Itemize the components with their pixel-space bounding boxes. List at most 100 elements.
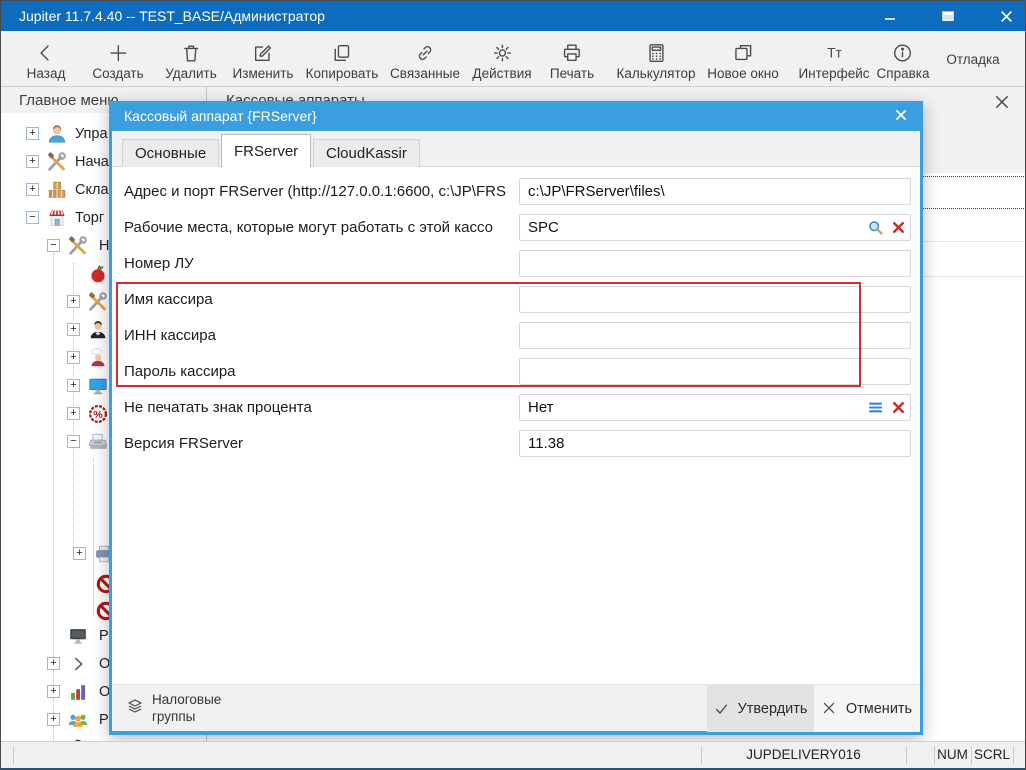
tab-основные[interactable]: Основные: [122, 139, 219, 167]
expand-icon[interactable]: +: [67, 407, 80, 420]
expand-icon[interactable]: +: [26, 127, 39, 140]
toolbar-button-print[interactable]: Печать: [550, 37, 594, 81]
toolbar-button-label: Действия: [472, 66, 531, 81]
maximize-button[interactable]: [933, 1, 963, 31]
edit-icon: [252, 42, 274, 64]
dialog-titlebar[interactable]: Кассовый аппарат {FRServer}: [112, 101, 920, 131]
expand-icon[interactable]: +: [47, 657, 60, 670]
status-bar: JUPDELIVERY016 NUM SCRL: [1, 741, 1026, 768]
toolbar-button-calculator[interactable]: Калькулятор: [616, 37, 695, 81]
panel-close-icon[interactable]: [993, 93, 1011, 111]
input-cashier_password[interactable]: [519, 358, 911, 385]
confirm-label: Утвердить: [738, 701, 808, 717]
people-icon: [67, 709, 89, 731]
search-icon[interactable]: [867, 219, 884, 236]
chevron-right-icon: [67, 653, 89, 675]
collapse-icon[interactable]: −: [26, 211, 39, 224]
toolbar-button-create[interactable]: Создать: [92, 37, 143, 81]
toolbar-button-delete[interactable]: Удалить: [165, 37, 217, 81]
input-workstations[interactable]: [519, 214, 911, 241]
field-label-workstations: Рабочие места, которые могут работать с …: [124, 219, 512, 236]
input-lu_number[interactable]: [519, 250, 911, 277]
window-title: Jupiter 11.7.4.40 -- TEST_BASE/Администр…: [19, 8, 325, 24]
field-label-no_percent_sign: Не печатать знак процента: [124, 399, 512, 416]
toolbar-button-related[interactable]: Связанные: [390, 37, 460, 81]
input-frserver_version[interactable]: [519, 430, 911, 457]
tree-item-label: Р: [99, 712, 109, 728]
input-cashier_name[interactable]: [519, 286, 911, 313]
dialog-footer: Налоговыегруппы Утвердить Отменить: [112, 684, 920, 731]
expand-icon[interactable]: +: [47, 685, 60, 698]
toolbar-button-label: Удалить: [165, 66, 217, 81]
dialog-close-button[interactable]: [894, 108, 910, 124]
cancel-button[interactable]: Отменить: [814, 685, 920, 732]
collapse-icon[interactable]: −: [67, 435, 80, 448]
toolbar-button-label: Справка: [877, 66, 930, 81]
gear-icon: [491, 42, 513, 64]
sidebar-title: Главное меню: [19, 92, 119, 109]
back-icon: [35, 42, 57, 64]
expand-icon[interactable]: +: [26, 155, 39, 168]
cash-register-dialog: Кассовый аппарат {FRServer} ОсновныеFRSe…: [109, 101, 923, 735]
toolbar-button-label: Отладка: [946, 52, 999, 67]
store-icon: [46, 207, 68, 229]
chart-icon: [67, 681, 89, 703]
percent-icon: %: [87, 403, 109, 425]
window-titlebar: Jupiter 11.7.4.40 -- TEST_BASE/Администр…: [1, 1, 1026, 31]
chef-icon: [87, 347, 109, 369]
tab-frserver[interactable]: FRServer: [221, 134, 311, 168]
x-icon: [822, 701, 837, 716]
dialog-title: Кассовый аппарат {FRServer}: [124, 108, 317, 124]
toolbar-button-label: Печать: [550, 66, 594, 81]
input-frserver_address[interactable]: [519, 178, 911, 205]
boxes-icon: [46, 179, 68, 201]
clear-icon[interactable]: [890, 219, 907, 236]
toolbar-button-actions[interactable]: Действия: [472, 37, 531, 81]
dialog-body: Адрес и порт FRServer (http://127.0.0.1:…: [112, 167, 920, 684]
user-icon: [46, 123, 68, 145]
toolbar-button-edit[interactable]: Изменить: [233, 37, 294, 81]
clear-icon[interactable]: [890, 399, 907, 416]
link-icon: [414, 42, 436, 64]
toolbar-button-copy[interactable]: Копировать: [306, 37, 379, 81]
tax-groups-button[interactable]: Налоговыегруппы: [118, 687, 229, 730]
tools-icon: [67, 235, 89, 257]
tree-item-label: Н: [99, 238, 109, 254]
expand-icon[interactable]: +: [67, 295, 80, 308]
application-window: Jupiter 11.7.4.40 -- TEST_BASE/Администр…: [0, 0, 1026, 770]
main-toolbar: Назад Создать Удалить Изменить КопироватьСвя…: [1, 31, 1026, 87]
collapse-icon[interactable]: −: [47, 239, 60, 252]
expand-icon[interactable]: +: [73, 547, 86, 560]
tab-cloudkassir[interactable]: CloudKassir: [313, 139, 420, 167]
businessman-icon: [87, 319, 109, 341]
input-cashier_inn[interactable]: [519, 322, 911, 349]
toolbar-button-back[interactable]: Назад: [27, 37, 66, 81]
tools-icon: [46, 151, 68, 173]
tab-label: CloudKassir: [326, 145, 407, 162]
toolbar-button-interface[interactable]: TтИнтерфейс: [798, 37, 869, 81]
input-no_percent_sign[interactable]: [519, 394, 911, 421]
cash-register-icon: [87, 431, 109, 453]
toolbar-button-new-window[interactable]: Новое окно: [707, 37, 778, 81]
toolbar-button-debug[interactable]: Отладка: [946, 37, 999, 81]
expand-icon[interactable]: +: [67, 351, 80, 364]
field-label-lu_number: Номер ЛУ: [124, 255, 512, 272]
tree-item-cash-manager[interactable]: +Менеджер касс: [1, 734, 206, 741]
check-icon: [714, 701, 729, 716]
svg-text:%: %: [93, 409, 103, 421]
toolbar-button-label: Назад: [27, 66, 66, 81]
expand-icon[interactable]: +: [47, 713, 60, 726]
minimize-button[interactable]: [875, 1, 905, 31]
copy-icon: [331, 42, 353, 64]
toolbar-button-label: Создать: [92, 66, 143, 81]
tax-groups-label-line1: Налоговые: [152, 692, 221, 707]
expand-icon[interactable]: +: [67, 379, 80, 392]
field-label-frserver_version: Версия FRServer: [124, 435, 512, 452]
menu-icon[interactable]: [867, 399, 884, 416]
expand-icon[interactable]: +: [26, 183, 39, 196]
confirm-button[interactable]: Утвердить: [707, 685, 814, 732]
trash-icon: [180, 42, 202, 64]
close-window-button[interactable]: [991, 1, 1021, 31]
expand-icon[interactable]: +: [67, 323, 80, 336]
toolbar-button-help[interactable]: Справка: [877, 37, 930, 81]
